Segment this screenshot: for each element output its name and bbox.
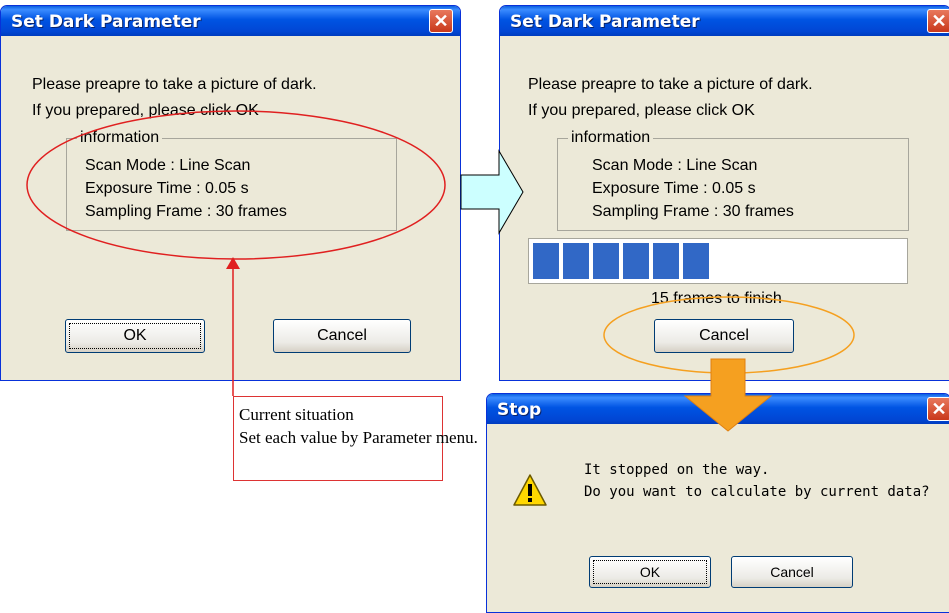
instruction-line-1: Please preapre to take a picture of dark… — [528, 76, 813, 93]
group-label: information — [77, 129, 163, 147]
cancel-button[interactable]: Cancel — [273, 319, 411, 353]
progress-segment — [683, 243, 709, 279]
set-dark-parameter-dialog-right: Set Dark Parameter ✕ Please preapre to t… — [499, 5, 949, 381]
focus-rect — [69, 323, 201, 349]
progress-segment — [533, 243, 559, 279]
progress-segment — [653, 243, 679, 279]
set-dark-parameter-dialog-left: Set Dark Parameter ✕ Please preapre to t… — [0, 5, 461, 381]
instruction-line-2: If you prepared, please click OK — [32, 102, 259, 119]
ok-button[interactable]: OK — [65, 319, 205, 353]
close-button[interactable]: ✕ — [927, 9, 949, 33]
warning-icon — [513, 474, 547, 506]
message-line-2: Do you want to calculate by current data… — [584, 484, 930, 500]
title-bar[interactable]: Set Dark Parameter ✕ — [500, 6, 949, 36]
cancel-button[interactable]: Cancel — [731, 556, 853, 588]
information-group: information Scan Mode : Line Scan Exposu… — [557, 129, 909, 231]
callout-line-1: Current situation — [239, 405, 354, 424]
progress-bar — [528, 238, 908, 284]
sampling-frame-text: Sampling Frame : 30 frames — [85, 203, 287, 220]
stop-dialog: Stop ✕ It stopped on the way. Do you wan… — [486, 393, 949, 613]
exposure-time-text: Exposure Time : 0.05 s — [592, 180, 756, 197]
scan-mode-text: Scan Mode : Line Scan — [592, 157, 758, 174]
instruction-line-2: If you prepared, please click OK — [528, 102, 755, 119]
message-line-1: It stopped on the way. — [584, 462, 770, 478]
close-button[interactable]: ✕ — [429, 9, 453, 33]
progress-segment — [623, 243, 649, 279]
cancel-label: Cancel — [699, 327, 749, 344]
progress-segment — [593, 243, 619, 279]
current-situation-callout: Current situation Set each value by Para… — [233, 396, 478, 481]
focus-rect — [593, 560, 707, 584]
information-group: information Scan Mode : Line Scan Exposu… — [66, 129, 397, 231]
cancel-button[interactable]: Cancel — [654, 319, 794, 353]
dialog-title: Set Dark Parameter — [11, 12, 201, 32]
instruction-line-1: Please preapre to take a picture of dark… — [32, 76, 317, 93]
dialog-title: Set Dark Parameter — [510, 12, 700, 32]
close-icon: ✕ — [931, 399, 947, 419]
close-icon: ✕ — [931, 11, 947, 31]
group-label: information — [568, 129, 654, 147]
close-button[interactable]: ✕ — [927, 397, 949, 421]
sampling-frame-text: Sampling Frame : 30 frames — [592, 203, 794, 220]
title-bar[interactable]: Stop ✕ — [487, 394, 949, 424]
scan-mode-text: Scan Mode : Line Scan — [85, 157, 251, 174]
close-icon: ✕ — [433, 11, 449, 31]
cancel-label: Cancel — [770, 564, 814, 580]
progress-segment — [563, 243, 589, 279]
exposure-time-text: Exposure Time : 0.05 s — [85, 180, 249, 197]
callout-line-2: Set each value by Parameter menu. — [239, 428, 478, 447]
ok-button[interactable]: OK — [589, 556, 711, 588]
dialog-title: Stop — [497, 400, 542, 420]
cancel-label: Cancel — [317, 327, 367, 344]
progress-status-text: 15 frames to finish — [651, 290, 782, 307]
title-bar[interactable]: Set Dark Parameter ✕ — [1, 6, 460, 36]
